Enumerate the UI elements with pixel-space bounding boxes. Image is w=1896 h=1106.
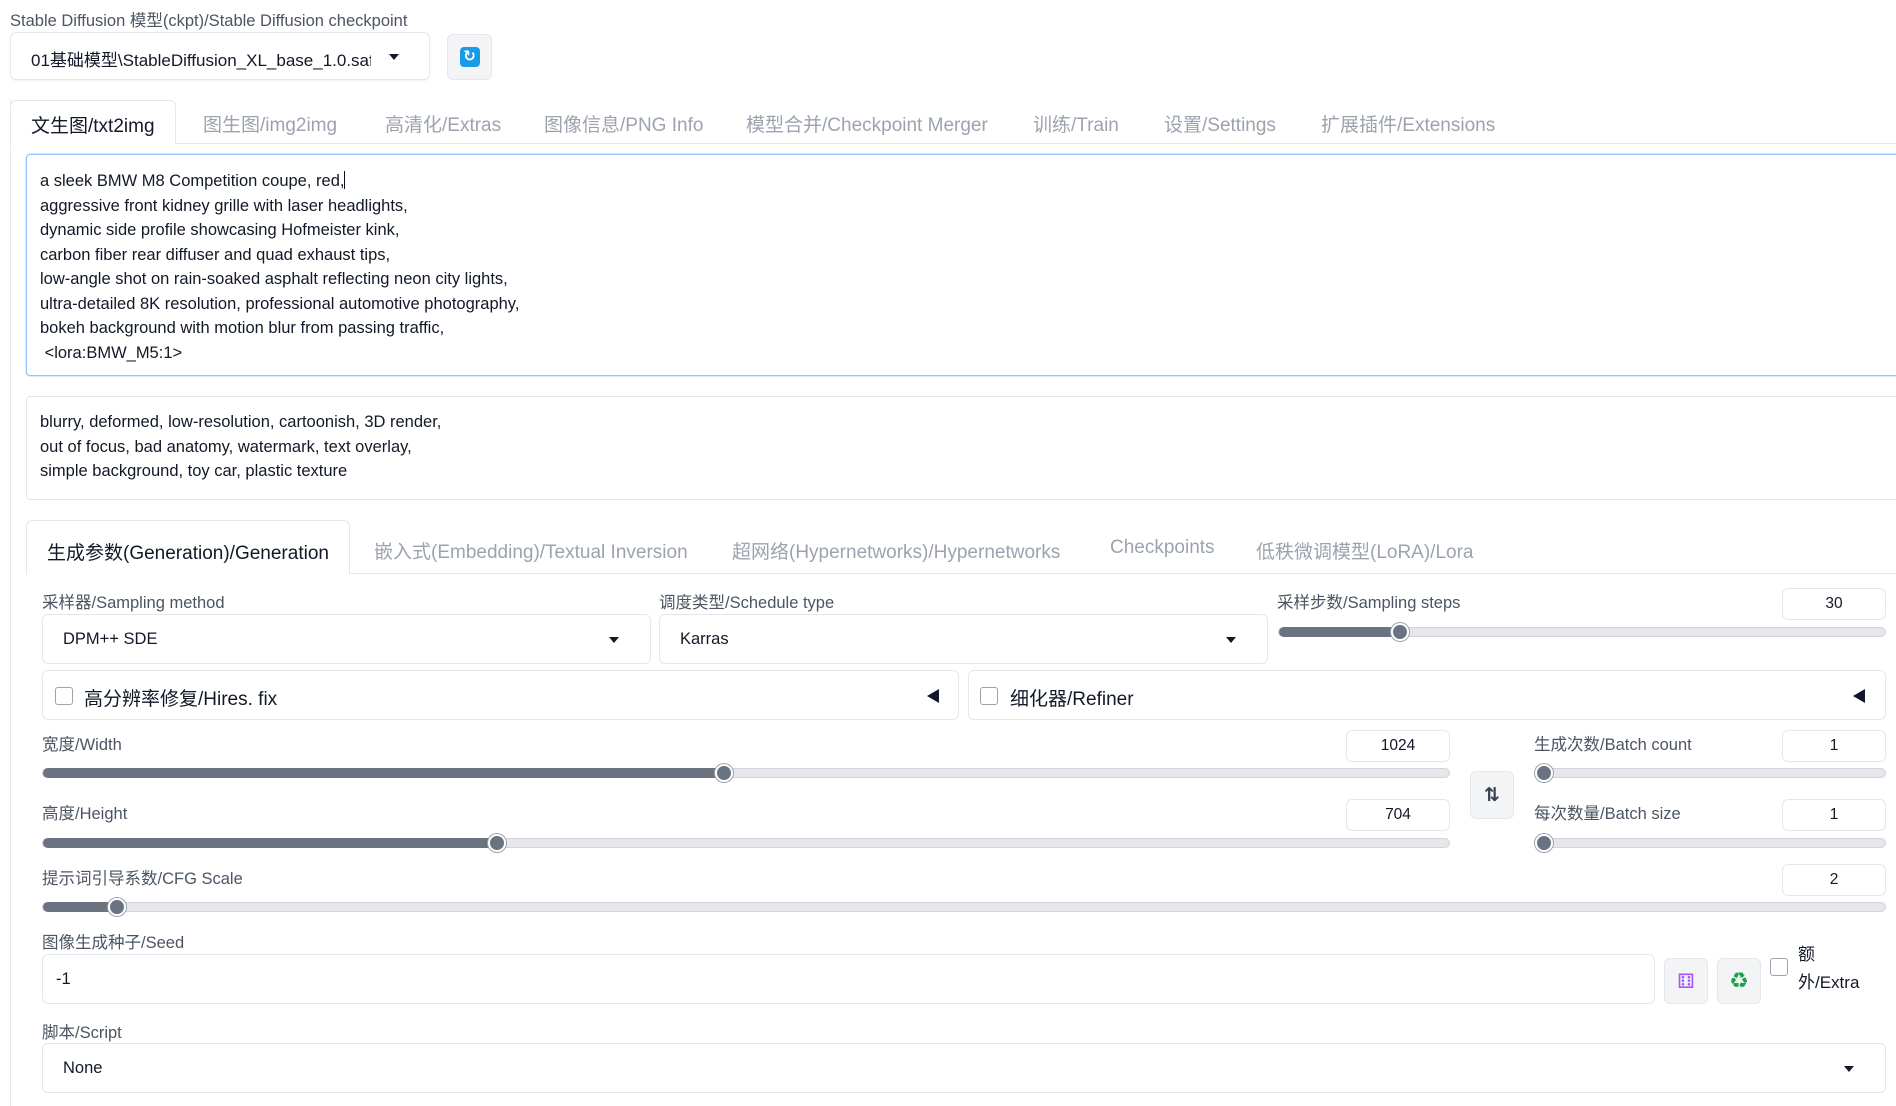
height-label: 高度/Height — [42, 805, 128, 823]
steps-slider-fill — [1279, 627, 1400, 637]
generation-tab-bar: 生成参数(Generation)/Generation 嵌入式(Embeddin… — [26, 520, 1896, 575]
collapse-arrow-icon — [1853, 689, 1865, 703]
extra-seed-label: 额 外/Extra — [1798, 941, 1859, 997]
chevron-down-icon — [609, 637, 619, 643]
batch-count-slider-thumb[interactable] — [1535, 764, 1553, 782]
negative-prompt-line: out of focus, bad anatomy, watermark, te… — [40, 437, 412, 456]
negative-prompt-line: blurry, deformed, low-resolution, cartoo… — [40, 413, 442, 431]
batch-size-slider-thumb[interactable] — [1535, 834, 1553, 852]
seed-input[interactable]: -1 — [42, 954, 1655, 1004]
refiner-accordion[interactable]: 细化器/Refiner — [968, 670, 1886, 720]
height-slider-thumb[interactable] — [488, 834, 506, 852]
checkpoint-label: Stable Diffusion 模型(ckpt)/Stable Diffusi… — [10, 12, 408, 30]
prompt-line: carbon fiber rear diffuser and quad exha… — [40, 245, 391, 264]
tab-checkpoints[interactable]: Checkpoints — [1110, 520, 1215, 574]
script-dropdown[interactable]: None — [42, 1043, 1886, 1093]
extra-label-line: 额 — [1798, 945, 1815, 964]
batch-count-label: 生成次数/Batch count — [1534, 736, 1692, 754]
height-slider[interactable] — [42, 834, 1450, 852]
checkpoint-dropdown[interactable]: 01基础模型\StableDiffusion_XL_base_1.0.safet… — [10, 32, 430, 80]
sampler-dropdown[interactable]: DPM++ SDE — [42, 614, 651, 664]
recycle-icon: ♻ — [1729, 968, 1749, 993]
schedule-value: Karras — [680, 630, 729, 648]
script-label: 脚本/Script — [42, 1024, 122, 1042]
swap-dimensions-button[interactable]: ⇅ — [1470, 771, 1514, 819]
negative-prompt-textarea[interactable]: blurry, deformed, low-resolution, cartoo… — [26, 396, 1896, 500]
tab-lora[interactable]: 低秩微调模型(LoRA)/Lora — [1256, 520, 1474, 574]
prompt-line: low-angle shot on rain-soaked asphalt re… — [40, 270, 508, 288]
width-label: 宽度/Width — [42, 736, 122, 754]
hires-fix-accordion[interactable]: 高分辨率修复/Hires. fix — [42, 670, 959, 720]
schedule-label: 调度类型/Schedule type — [659, 594, 835, 612]
tab-extras[interactable]: 高清化/Extras — [385, 100, 501, 144]
steps-label: 采样步数/Sampling steps — [1277, 594, 1461, 612]
random-seed-button[interactable]: ⚅ — [1664, 958, 1708, 1004]
tab-settings[interactable]: 设置/Settings — [1164, 100, 1276, 144]
tab-textual-inversion[interactable]: 嵌入式(Embedding)/Textual Inversion — [374, 520, 688, 574]
batch-count-input[interactable]: 1 — [1782, 730, 1886, 762]
prompt-line: ultra-detailed 8K resolution, profession… — [40, 294, 520, 313]
sampler-value: DPM++ SDE — [63, 630, 158, 648]
tab-checkpoint-merger[interactable]: 模型合并/Checkpoint Merger — [746, 100, 988, 144]
prompt-line: aggressive front kidney grille with lase… — [40, 196, 408, 215]
prompt-line: bokeh background with motion blur from p… — [40, 319, 445, 337]
width-input[interactable]: 1024 — [1346, 730, 1450, 762]
hires-fix-label: 高分辨率修复/Hires. fix — [84, 689, 278, 710]
script-value: None — [63, 1059, 103, 1077]
refresh-icon: ↻ — [459, 47, 480, 67]
prompt-textarea[interactable]: a sleek BMW M8 Competition coupe, red, a… — [26, 154, 1896, 376]
tab-txt2img[interactable]: 文生图/txt2img — [10, 100, 176, 145]
prompt-line: dynamic side profile showcasing Hofmeist… — [40, 221, 400, 239]
tab-hypernetworks[interactable]: 超网络(Hypernetworks)/Hypernetworks — [732, 520, 1060, 574]
chevron-down-icon — [389, 54, 399, 60]
tab-generation[interactable]: 生成参数(Generation)/Generation — [26, 520, 350, 575]
width-slider-fill — [43, 768, 724, 778]
hires-fix-checkbox[interactable] — [55, 687, 73, 705]
seed-label: 图像生成种子/Seed — [42, 934, 185, 952]
cfg-scale-slider[interactable] — [42, 898, 1886, 916]
height-slider-fill — [43, 838, 497, 848]
refiner-checkbox[interactable] — [980, 687, 998, 705]
refresh-checkpoint-button[interactable]: ↻ — [447, 34, 492, 80]
height-input[interactable]: 704 — [1346, 799, 1450, 831]
prompt-line: a sleek BMW M8 Competition coupe, red, — [40, 171, 346, 190]
chevron-down-icon — [1844, 1066, 1854, 1072]
extra-label-line: 外/Extra — [1798, 973, 1860, 992]
batch-size-slider[interactable] — [1534, 834, 1886, 852]
extra-seed-checkbox[interactable] — [1770, 958, 1788, 976]
tab-png-info[interactable]: 图像信息/PNG Info — [544, 100, 703, 144]
refiner-label: 细化器/Refiner — [1010, 689, 1134, 710]
dice-icon: ⚅ — [1677, 970, 1695, 993]
batch-count-slider[interactable] — [1534, 764, 1886, 782]
chevron-down-icon — [1226, 637, 1236, 643]
batch-size-input[interactable]: 1 — [1782, 799, 1886, 831]
width-slider[interactable] — [42, 764, 1450, 782]
collapse-arrow-icon — [927, 689, 939, 703]
negative-prompt-line: simple background, toy car, plastic text… — [40, 462, 348, 480]
cfg-scale-label: 提示词引导系数/CFG Scale — [42, 870, 243, 888]
steps-slider[interactable] — [1278, 623, 1886, 641]
text-cursor — [344, 171, 346, 189]
panel-border — [10, 100, 11, 1106]
prompt-line: <lora:BMW_M5:1> — [40, 343, 183, 362]
batch-size-label: 每次数量/Batch size — [1534, 805, 1681, 823]
width-slider-thumb[interactable] — [715, 764, 733, 782]
reuse-seed-button[interactable]: ♻ — [1717, 958, 1761, 1004]
steps-input[interactable]: 30 — [1782, 588, 1886, 620]
checkpoint-value: 01基础模型\StableDiffusion_XL_base_1.0.safet… — [31, 51, 371, 70]
tab-train[interactable]: 训练/Train — [1033, 100, 1119, 144]
steps-slider-thumb[interactable] — [1391, 623, 1409, 641]
cfg-scale-slider-fill — [43, 902, 117, 912]
schedule-dropdown[interactable]: Karras — [659, 614, 1268, 664]
sampler-label: 采样器/Sampling method — [42, 594, 225, 612]
main-tab-bar: 文生图/txt2img 图生图/img2img 高清化/Extras 图像信息/… — [10, 100, 1896, 145]
cfg-scale-input[interactable]: 2 — [1782, 864, 1886, 896]
tab-extensions[interactable]: 扩展插件/Extensions — [1321, 100, 1495, 144]
cfg-scale-slider-thumb[interactable] — [108, 898, 126, 916]
swap-arrows-icon: ⇅ — [1484, 784, 1500, 806]
tab-img2img[interactable]: 图生图/img2img — [203, 100, 337, 144]
